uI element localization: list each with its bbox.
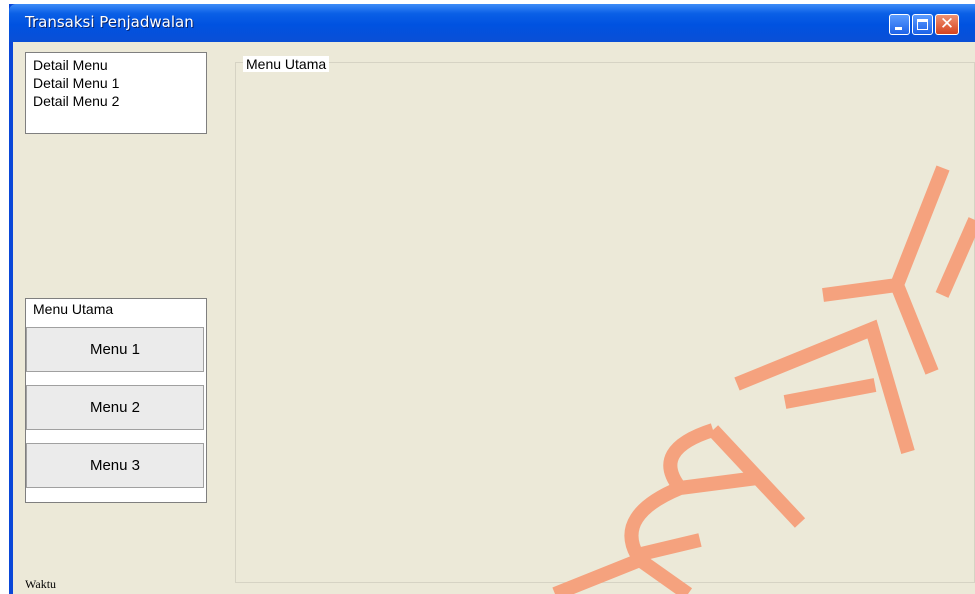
list-item[interactable]: Detail Menu 2 <box>33 93 119 109</box>
list-item[interactable]: Detail Menu <box>33 57 108 73</box>
title-bar[interactable]: Transaksi Penjadwalan ✕ <box>9 4 975 42</box>
detail-menu-list[interactable]: Detail Menu Detail Menu 1 Detail Menu 2 <box>25 52 207 134</box>
minimize-button[interactable] <box>889 14 910 35</box>
main-group-title: Menu Utama <box>243 56 330 72</box>
menu-1-button[interactable]: Menu 1 <box>26 327 204 372</box>
window-title: Transaksi Penjadwalan <box>25 13 194 31</box>
menu-3-button[interactable]: Menu 3 <box>26 443 204 488</box>
time-label: Waktu <box>25 577 57 591</box>
menu-2-button[interactable]: Menu 2 <box>26 385 204 430</box>
close-icon: ✕ <box>939 14 955 34</box>
client-area: Detail Menu Detail Menu 1 Detail Menu 2 … <box>13 42 975 594</box>
close-button[interactable]: ✕ <box>935 14 959 35</box>
list-item[interactable]: Detail Menu 1 <box>33 75 119 91</box>
application-window: Transaksi Penjadwalan ✕ Detail Menu Deta… <box>9 4 975 594</box>
menu-panel: Menu Utama Menu 1 Menu 2 Menu 3 <box>25 298 207 503</box>
maximize-icon <box>917 19 928 30</box>
main-group-box <box>235 62 975 583</box>
maximize-button[interactable] <box>912 14 933 35</box>
minimize-icon <box>895 27 902 30</box>
menu-panel-title: Menu Utama <box>33 301 114 317</box>
